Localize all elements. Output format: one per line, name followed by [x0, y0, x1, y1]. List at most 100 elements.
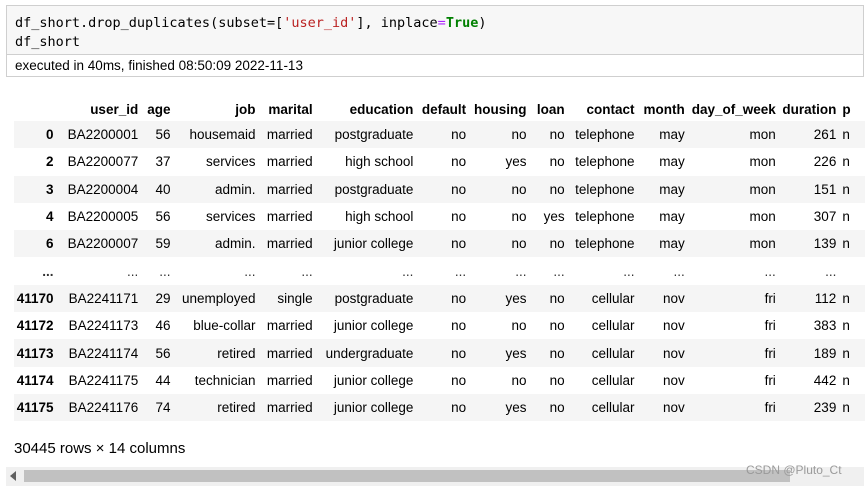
table-cell: telephone: [575, 127, 635, 143]
table-cell: may: [659, 127, 685, 143]
table-cell: 112: [814, 290, 837, 306]
shape-info: 30445 rows × 14 columns: [14, 440, 186, 457]
column-header: user_id: [90, 101, 139, 117]
row-index: 6: [46, 236, 54, 252]
table-cell: cellular: [591, 400, 635, 416]
table-cell: no: [549, 345, 565, 361]
table-cell: junior college: [333, 372, 414, 388]
table-cell: mon: [749, 236, 776, 252]
table-cell: n: [842, 154, 850, 170]
table-cell: single: [277, 290, 313, 306]
table-cell: BA2200077: [67, 154, 139, 170]
table-cell: yes: [505, 400, 527, 416]
table-cell: nov: [662, 318, 685, 334]
table-cell: n: [842, 290, 850, 306]
scrollbar-thumb[interactable]: [24, 470, 790, 482]
table-cell: 74: [155, 400, 171, 416]
table-cell: admin.: [215, 236, 256, 252]
table-row: .......................................: [14, 257, 865, 284]
table-cell: married: [266, 372, 313, 388]
table-cell: no: [451, 236, 467, 252]
table-cell: may: [659, 154, 685, 170]
table-cell: postgraduate: [334, 181, 414, 197]
table-cell: no: [451, 127, 467, 143]
table-cell: postgraduate: [334, 127, 414, 143]
table-cell: ...: [402, 263, 414, 279]
table-cell: mon: [749, 181, 776, 197]
table-cell: housemaid: [189, 127, 256, 143]
table-cell: ...: [623, 263, 635, 279]
table-cell: yes: [505, 154, 527, 170]
table-cell: nov: [662, 290, 685, 306]
table-cell: married: [266, 127, 313, 143]
table-cell: blue-collar: [193, 318, 256, 334]
row-index: ...: [42, 263, 54, 279]
header-row: user_id age job marital education default hous…: [14, 97, 865, 121]
table-cell: ...: [301, 263, 313, 279]
table-cell: fri: [764, 345, 776, 361]
table-cell: no: [549, 372, 565, 388]
table-row: 0 BA2200001 56 housemaid married postgraduate…: [14, 121, 865, 149]
table-cell: no: [451, 345, 467, 361]
table-cell: no: [549, 127, 565, 143]
execution-info: executed in 40ms, finished 08:50:09 2022…: [6, 55, 864, 77]
code-text: ],: [356, 15, 381, 31]
table-cell: n: [842, 209, 850, 225]
table-cell: 226: [813, 154, 837, 170]
table-cell: no: [549, 400, 565, 416]
table-cell: 442: [813, 372, 837, 388]
table-cell: high school: [345, 154, 414, 170]
table-row: 3 BA2200004 40 admin. married postgraduate no n…: [14, 175, 865, 203]
table-cell: no: [511, 127, 527, 143]
table-cell: 59: [155, 236, 171, 252]
scroll-left-arrow-icon[interactable]: [10, 471, 16, 481]
table-cell: [842, 257, 865, 284]
row-index: 41175: [16, 400, 54, 416]
table-cell: no: [511, 209, 527, 225]
table-cell: BA2241171: [68, 290, 139, 306]
table-row: 2 BA2200077 37 services married high school no…: [14, 148, 865, 175]
dataframe-output: user_id age job marital education default hous…: [14, 97, 865, 427]
table-cell: married: [266, 236, 313, 252]
column-header: default: [421, 101, 467, 117]
column-header: month: [643, 101, 685, 117]
table-cell: mon: [749, 127, 776, 143]
code-keyword: True: [445, 15, 479, 31]
table-cell: 56: [155, 209, 171, 225]
table-cell: BA2200004: [67, 181, 139, 197]
table-cell: may: [659, 181, 685, 197]
row-index: 2: [46, 154, 54, 170]
code-kwarg: inplace: [380, 15, 438, 31]
table-cell: married: [266, 154, 313, 170]
table-cell: nov: [662, 372, 685, 388]
table-cell: BA2241173: [68, 318, 139, 334]
code-text: ): [478, 15, 487, 31]
table-cell: high school: [345, 209, 414, 225]
code-line-2[interactable]: df_short: [15, 33, 80, 51]
table-cell: ...: [454, 263, 467, 279]
table-cell: 46: [155, 318, 171, 334]
horizontal-scrollbar[interactable]: [6, 467, 864, 486]
table-cell: no: [549, 290, 565, 306]
table-cell: ...: [159, 263, 171, 279]
table-row: 6 BA2200007 59 admin. married junior college n…: [14, 230, 865, 258]
table-cell: married: [266, 400, 313, 416]
table-cell: technician: [194, 372, 256, 388]
code-line-1[interactable]: df_short.drop_duplicates(subset=['user_i…: [15, 14, 486, 32]
table-cell: fri: [764, 400, 776, 416]
code-cell[interactable]: df_short.drop_duplicates(subset=['user_i…: [6, 5, 864, 55]
table-cell: ...: [244, 263, 256, 279]
table-cell: ...: [825, 263, 837, 279]
table-cell: cellular: [591, 318, 635, 334]
watermark: CSDN @Pluto_Ct: [746, 463, 842, 477]
table-cell: n: [842, 400, 850, 416]
table-cell: fri: [764, 372, 776, 388]
column-header: age: [147, 101, 171, 117]
table-cell: married: [266, 345, 313, 361]
table-cell: no: [451, 290, 467, 306]
table-cell: mon: [749, 154, 776, 170]
table-cell: nov: [662, 400, 685, 416]
table-cell: 189: [813, 345, 837, 361]
dataframe-table: user_id age job marital education default hous…: [14, 97, 865, 422]
table-cell: telephone: [575, 209, 635, 225]
